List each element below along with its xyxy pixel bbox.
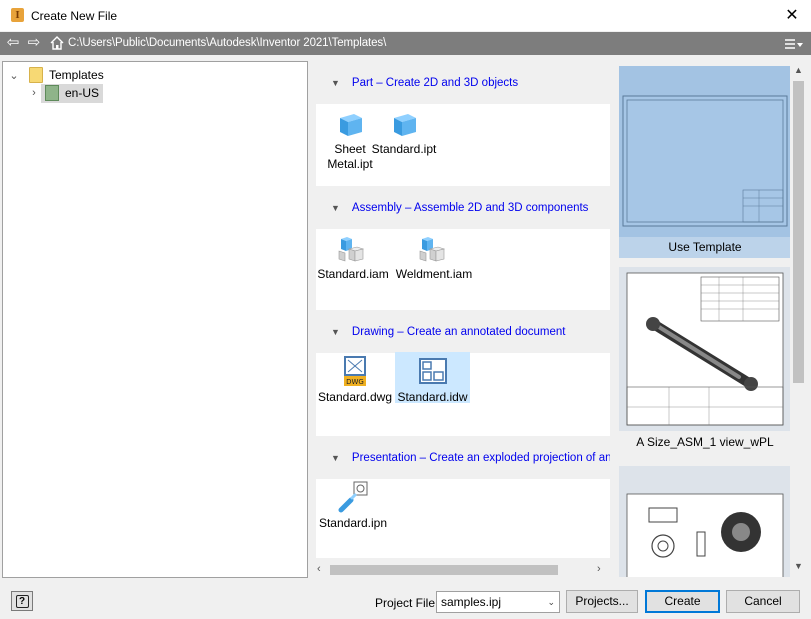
scroll-left-arrow-icon[interactable]: ‹ [317, 563, 321, 575]
file-standard-iam[interactable]: Standard.iam [316, 231, 390, 282]
file-label: Standard.dwg [317, 390, 393, 404]
cancel-button[interactable]: Cancel [726, 590, 800, 613]
presentation-icon [316, 480, 390, 516]
vertical-scrollbar[interactable]: ▲ ▼ [790, 61, 807, 577]
scroll-down-arrow-icon[interactable]: ▼ [790, 561, 807, 571]
scroll-thumb[interactable] [330, 565, 558, 575]
section-header-assembly[interactable]: ▼ Assembly – Assemble 2D and 3D componen… [316, 186, 610, 229]
tree-item-en-us[interactable]: › en-US [27, 83, 104, 103]
preview-caption[interactable]: A Size_ASM_1 view_wPL [619, 435, 791, 453]
file-weldment-iam[interactable]: Weldment.iam [394, 231, 474, 282]
project-file-value: samples.ipj [441, 595, 502, 609]
close-button[interactable]: ✕ [781, 4, 803, 26]
path-text: C:\Users\Public\Documents\Autodesk\Inven… [68, 37, 387, 49]
preview-caption[interactable]: Use Template [619, 237, 791, 258]
chevron-down-icon[interactable]: ⌄ [7, 69, 21, 82]
projects-button[interactable]: Projects... [566, 590, 638, 613]
file-label: Standard.ipn [318, 516, 388, 530]
scroll-up-arrow-icon[interactable]: ▲ [790, 65, 807, 75]
window-title: Create New File [31, 9, 118, 23]
part-cube-icon [371, 106, 437, 142]
tree-item-templates[interactable]: ⌄ Templates [7, 65, 104, 85]
project-file-select[interactable]: samples.ipj ⌄ [436, 591, 560, 613]
template-preview-blank[interactable] [619, 66, 791, 237]
idw-drawing-icon [395, 354, 470, 390]
back-arrow-icon[interactable]: ⇦ [4, 35, 22, 51]
section-header-presentation[interactable]: ▼ Presentation – Create an exploded proj… [316, 436, 610, 479]
file-standard-dwg[interactable]: DWG Standard.dwg [316, 354, 394, 405]
file-label: Metal.ipt [327, 157, 373, 171]
preview-pane: Use Template A Size_ASM_1 view_wPL [617, 61, 791, 577]
collapse-triangle-icon[interactable]: ▼ [331, 203, 340, 213]
inventor-app-icon: I [11, 8, 24, 22]
file-standard-idw[interactable]: Standard.idw [395, 352, 470, 404]
assembly-icon [316, 231, 390, 267]
file-standard-ipt[interactable]: Standard.ipt [371, 106, 437, 157]
dwg-drawing-icon: DWG [316, 354, 394, 390]
tree-item-label: Templates [49, 68, 104, 82]
horizontal-scrollbar[interactable]: ‹ › [313, 561, 610, 578]
template-preview-asm-view[interactable] [619, 267, 791, 431]
tree-item-label: en-US [65, 86, 100, 100]
home-icon[interactable] [49, 35, 65, 51]
collapse-triangle-icon[interactable]: ▼ [331, 453, 340, 463]
view-options-icon[interactable] [783, 36, 805, 52]
path-bar: ⇦ ⇨ C:\Users\Public\Documents\Autodesk\I… [0, 32, 811, 55]
folder-tree: ⌄ Templates › en-US [2, 61, 308, 578]
template-preview-part-view[interactable] [619, 466, 791, 577]
scroll-thumb[interactable] [793, 81, 804, 383]
assembly-icon [394, 231, 474, 267]
help-button[interactable]: ? [11, 591, 33, 611]
create-button[interactable]: Create [645, 590, 720, 613]
collapse-triangle-icon[interactable]: ▼ [331, 78, 340, 88]
scroll-right-arrow-icon[interactable]: › [597, 563, 601, 575]
file-label: Standard.ipt [371, 142, 437, 156]
chevron-right-icon[interactable]: › [27, 87, 41, 99]
file-label: Standard.idw [397, 390, 468, 404]
file-standard-ipn[interactable]: Standard.ipn [316, 480, 390, 531]
chevron-down-icon[interactable]: ⌄ [547, 592, 555, 612]
svg-text:DWG: DWG [346, 378, 364, 386]
forward-arrow-icon[interactable]: ⇨ [25, 35, 43, 51]
section-header-drawing[interactable]: ▼ Drawing – Create an annotated document [316, 310, 610, 353]
file-label: Weldment.iam [395, 267, 473, 281]
collapse-triangle-icon[interactable]: ▼ [331, 327, 340, 337]
title-bar: I Create New File ✕ [0, 0, 811, 31]
template-list: ▼ Part – Create 2D and 3D objects Sheet … [316, 61, 610, 558]
folder-icon [29, 67, 43, 83]
help-icon: ? [15, 594, 29, 608]
folder-icon [45, 85, 59, 101]
section-header-part[interactable]: ▼ Part – Create 2D and 3D objects [316, 61, 610, 104]
file-label: Standard.iam [317, 267, 389, 281]
project-file-label: Project File: [375, 596, 439, 610]
